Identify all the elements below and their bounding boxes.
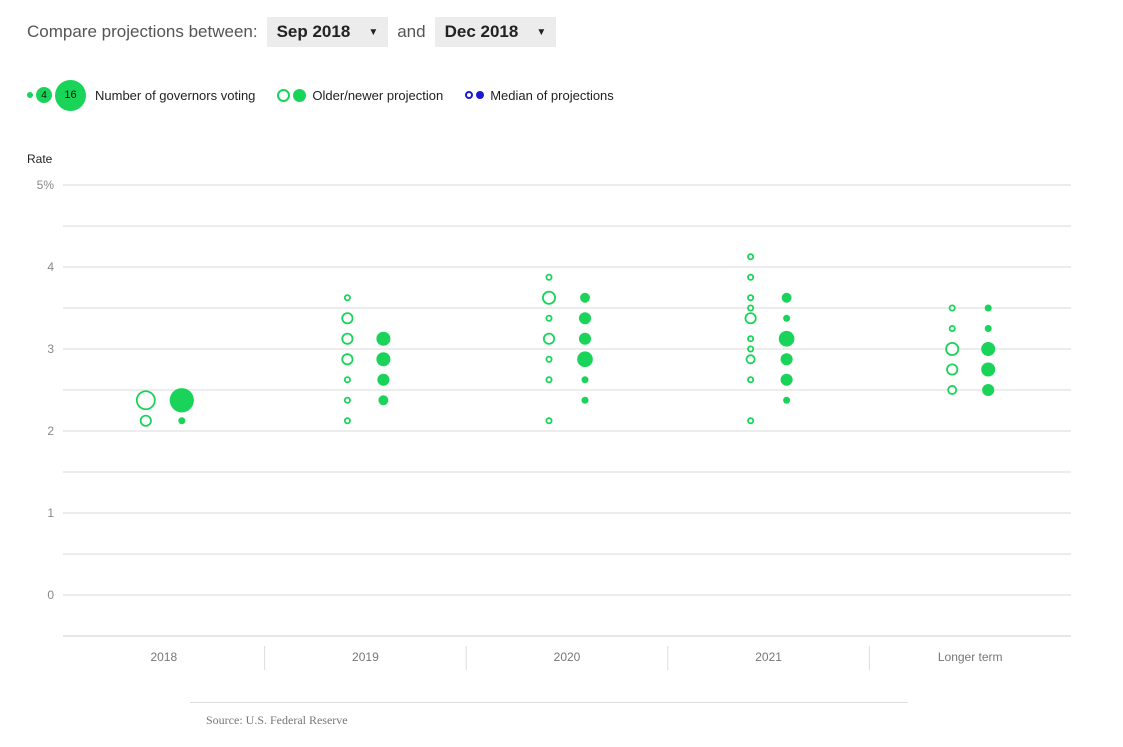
dropdown-arrow-icon: ▼ xyxy=(536,26,547,38)
newer-projection-dot xyxy=(578,312,592,325)
y-tick-label: 0 xyxy=(47,588,54,602)
older-projection-dot xyxy=(343,417,351,425)
legend-size-1 xyxy=(27,92,33,98)
older-projection-dot xyxy=(948,324,956,332)
y-axis-label: Rate xyxy=(27,152,53,166)
compare-controls: Compare projections between: Sep 2018 ▼ … xyxy=(27,17,565,47)
x-category-label: 2019 xyxy=(352,650,379,664)
y-tick-label: 2 xyxy=(47,424,54,438)
newer-projection-value: Dec 2018 xyxy=(444,22,519,41)
newer-projection-dot xyxy=(981,362,996,377)
newer-projection-dot xyxy=(780,353,793,366)
older-projection-dot xyxy=(545,376,553,384)
older-projection-dot xyxy=(545,273,553,281)
newer-projection-dot xyxy=(376,352,391,367)
x-category-label: 2021 xyxy=(755,650,782,664)
legend: 4 16 Number of governors voting Older/ne… xyxy=(27,79,636,111)
older-projection-value: Sep 2018 xyxy=(276,22,351,41)
x-category-label: 2020 xyxy=(554,650,581,664)
newer-projection-dot xyxy=(178,417,186,425)
older-projection-dot xyxy=(747,335,755,343)
older-projection-dot xyxy=(745,354,756,365)
legend-projection-label: Older/newer projection xyxy=(312,87,444,103)
older-projection-dot xyxy=(948,304,956,312)
legend-median-open-icon xyxy=(465,91,474,99)
older-projection-dot xyxy=(542,290,557,305)
y-tick-label: 4 xyxy=(47,260,54,274)
newer-projection-dot xyxy=(578,332,592,345)
newer-projection-dot xyxy=(169,388,194,413)
and-label: and xyxy=(397,22,426,41)
y-tick-label: 5% xyxy=(37,178,55,192)
legend-size-16: 16 xyxy=(55,79,86,111)
older-projection-dot xyxy=(135,390,156,411)
older-projection-dot xyxy=(747,294,755,302)
older-projection-dot xyxy=(343,294,351,302)
newer-projection-dot xyxy=(377,373,390,386)
newer-projection-dot xyxy=(376,331,391,346)
y-tick-label: 1 xyxy=(47,506,54,520)
older-projection-select[interactable]: Sep 2018 ▼ xyxy=(266,17,389,47)
older-projection-dot xyxy=(747,273,755,281)
older-projection-dot xyxy=(545,417,553,425)
legend-open-circle-icon xyxy=(277,88,291,102)
newer-projection-dot xyxy=(982,383,995,397)
dot-plot-chart: Rate 0 1 2 3 4 5% 2018 2019 2020 2021 Longer term xyxy=(27,152,1071,670)
newer-projection-dot xyxy=(378,395,389,406)
older-projection-dot xyxy=(747,304,755,312)
newer-projection-dot xyxy=(581,396,589,404)
older-projection-dot xyxy=(744,312,757,325)
newer-projection-dot xyxy=(783,314,791,322)
older-projection-dot xyxy=(545,314,553,322)
older-projection-dot xyxy=(946,363,959,376)
newer-projection-dot xyxy=(778,330,795,347)
older-projection-dot xyxy=(343,396,351,404)
older-projection-dot xyxy=(947,385,958,395)
y-tick-label: 3 xyxy=(47,342,54,356)
newer-projection-dot xyxy=(981,342,996,356)
older-projection-dot xyxy=(945,341,960,356)
older-projection-dot xyxy=(545,355,553,363)
legend-median-filled-icon xyxy=(476,91,485,99)
older-projection-dot xyxy=(341,332,354,345)
older-projection-dot xyxy=(139,414,152,427)
older-projection-dot xyxy=(747,253,755,261)
newer-projection-dot xyxy=(783,396,791,404)
newer-projection-dot xyxy=(581,376,589,384)
older-projection-dot xyxy=(747,376,755,384)
older-projection-dot xyxy=(747,345,755,353)
legend-filled-circle-icon xyxy=(293,88,307,102)
newer-projection-dot xyxy=(984,325,992,332)
source-note: Source: U.S. Federal Reserve xyxy=(206,713,348,727)
x-category-label: Longer term xyxy=(938,650,1003,664)
source-divider xyxy=(190,702,908,703)
older-projection-dot xyxy=(747,417,755,425)
newer-projection-dot xyxy=(780,373,793,386)
legend-size-4: 4 xyxy=(36,87,52,103)
x-category-label: 2018 xyxy=(150,650,177,664)
dropdown-arrow-icon: ▼ xyxy=(368,26,379,38)
legend-sizes-label: Number of governors voting xyxy=(95,87,256,103)
legend-median-label: Median of projections xyxy=(490,87,614,103)
newer-projection-dot xyxy=(577,351,593,368)
older-projection-dot xyxy=(341,312,354,325)
older-projection-dot xyxy=(542,332,556,345)
newer-projection-dot xyxy=(580,292,590,303)
newer-projection-dot xyxy=(984,304,992,312)
newer-projection-dot xyxy=(781,292,792,303)
older-projection-dot xyxy=(341,353,354,366)
older-projection-dot xyxy=(343,376,351,384)
compare-label: Compare projections between: xyxy=(27,22,258,41)
newer-projection-select[interactable]: Dec 2018 ▼ xyxy=(434,17,557,47)
